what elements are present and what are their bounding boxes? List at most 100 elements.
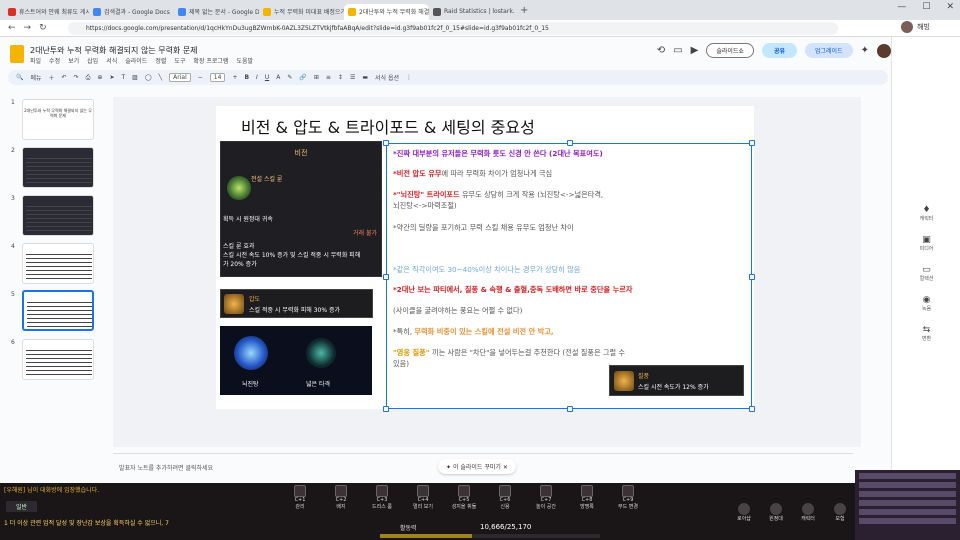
- textbox-icon[interactable]: T: [121, 74, 125, 81]
- game-hotkey[interactable]: C+3 드리스 룸: [365, 485, 399, 511]
- gale-card-image[interactable]: 질풍 스킬 시전 속도가 12% 증가: [609, 365, 744, 396]
- slide-title[interactable]: 비전 & 압도 & 트라이포드 & 세팅의 중요성: [241, 114, 535, 138]
- browser-tab[interactable]: 제목 없는 문서 - Google Docs✕: [174, 4, 259, 20]
- zoom-icon[interactable]: ⊕: [97, 74, 102, 81]
- shape-icon[interactable]: ◯: [145, 74, 152, 81]
- slide-thumbnail-2[interactable]: [22, 147, 94, 188]
- resize-handle[interactable]: [383, 140, 389, 146]
- menu-item[interactable]: 서식: [106, 56, 117, 65]
- window-controls[interactable]: — ☐ ✕: [897, 2, 954, 12]
- resize-handle[interactable]: [749, 140, 755, 146]
- resize-handle[interactable]: [567, 140, 573, 146]
- line-icon[interactable]: ╲: [159, 74, 163, 81]
- game-hotkey[interactable]: C+9 무드 변경: [611, 485, 645, 511]
- print-icon[interactable]: ⎙: [86, 74, 91, 82]
- profile-button[interactable]: 해빙: [901, 21, 930, 33]
- slides-logo-icon[interactable]: [10, 45, 24, 63]
- browser-tab[interactable]: 검색결과 - Google Docs✕: [89, 4, 174, 20]
- share-button[interactable]: 공유: [761, 43, 797, 58]
- menu-item[interactable]: 확장 프로그램: [193, 56, 228, 65]
- game-hotkey[interactable]: C+7 놀이 공간: [529, 485, 563, 511]
- resize-handle[interactable]: [749, 406, 755, 412]
- chat-channel-tab[interactable]: 일반: [6, 501, 38, 512]
- line-spacing-icon[interactable]: ↕: [338, 74, 343, 81]
- font-select[interactable]: Arial: [169, 73, 191, 82]
- menu-item[interactable]: 보기: [68, 56, 79, 65]
- menu-item[interactable]: 정렬: [155, 56, 166, 65]
- menu-item[interactable]: 슬라이드: [125, 56, 147, 65]
- menu-item[interactable]: 삽입: [87, 56, 98, 65]
- side-panel-item[interactable]: ◉ 녹음: [892, 295, 960, 312]
- forward-icon[interactable]: →: [24, 23, 32, 33]
- current-slide[interactable]: 비전 & 압도 & 트라이포드 & 세팅의 중요성 비전 전설 스킬 룬 획득 …: [216, 106, 755, 412]
- border-color-icon[interactable]: ▬: [362, 74, 368, 81]
- back-icon[interactable]: ←: [8, 23, 16, 33]
- toolbar-menu-label[interactable]: 메뉴: [30, 73, 41, 82]
- meet-icon[interactable]: ▶: [691, 45, 699, 56]
- font-size-decrease[interactable]: −: [198, 74, 203, 81]
- redo-icon[interactable]: ↷: [74, 74, 79, 81]
- reload-icon[interactable]: ↻: [39, 23, 47, 33]
- browser-tab[interactable]: 휴스트어와 안웨 최류도 게시판 - 사...✕: [4, 4, 89, 20]
- url-field[interactable]: https://docs.google.com/presentation/d/1…: [68, 22, 838, 35]
- minimize-icon[interactable]: —: [897, 2, 906, 12]
- browser-tab[interactable]: 누적 무력화 미대표 배정으기 Boo...✕: [259, 4, 344, 20]
- more-icon[interactable]: ⋮: [406, 74, 412, 81]
- doc-title[interactable]: 2대난투와 누적 무력화 해결되지 않는 무력화 문제: [30, 45, 198, 56]
- italic-icon[interactable]: I: [256, 74, 258, 81]
- comment-icon[interactable]: ▭: [673, 45, 682, 56]
- bold-icon[interactable]: B: [244, 74, 249, 81]
- game-hotkey[interactable]: C+8 방명록: [570, 485, 604, 511]
- search-menu-icon[interactable]: 🔍: [16, 74, 23, 81]
- resize-handle[interactable]: [383, 274, 389, 280]
- upgrade-button[interactable]: 업그레이드: [805, 43, 853, 58]
- game-menu-button[interactable]: 로아샵: [734, 503, 754, 522]
- game-menu-button[interactable]: 원정대: [766, 503, 786, 522]
- game-hotkey[interactable]: C+6 신용: [488, 485, 522, 511]
- format-options[interactable]: 서식 옵션: [375, 73, 399, 82]
- list-icon[interactable]: ☰: [350, 74, 355, 81]
- browser-tab[interactable]: 2대난투와 누적 무력화 해결되지...✕: [344, 3, 429, 20]
- game-menu-button[interactable]: 캐릭터: [798, 503, 818, 522]
- underline-icon[interactable]: U: [265, 74, 269, 81]
- font-size-increase[interactable]: +: [232, 74, 237, 81]
- game-hotkey[interactable]: C+1 관리: [283, 485, 317, 511]
- comment-add-icon[interactable]: ⊞: [314, 74, 319, 81]
- slide-thumbnail-6[interactable]: [22, 339, 94, 380]
- resize-handle[interactable]: [749, 274, 755, 280]
- align-icon[interactable]: ≡: [326, 74, 331, 81]
- browser-tab[interactable]: Raid Statistics | lostark.bible✕: [429, 4, 514, 20]
- text-color-icon[interactable]: A: [276, 74, 280, 81]
- maximize-icon[interactable]: ☐: [922, 2, 930, 12]
- side-panel-item[interactable]: ♦ 캐릭터: [892, 205, 960, 222]
- tripod-card-image[interactable]: 뇌진탕 넓은 타격: [220, 326, 372, 395]
- resize-handle[interactable]: [567, 406, 573, 412]
- slide-thumbnail-3[interactable]: [22, 195, 94, 236]
- slide-thumbnail-5[interactable]: [22, 290, 94, 331]
- side-panel-item[interactable]: ▭ 컬렉션: [892, 265, 960, 282]
- new-tab-icon[interactable]: +: [520, 5, 528, 16]
- image-icon[interactable]: ▨: [132, 74, 138, 81]
- menu-item[interactable]: 수정: [49, 56, 60, 65]
- link-icon[interactable]: 🔗: [299, 74, 306, 81]
- vision-card-image[interactable]: 비전 전설 스킬 룬 획득 시 원정대 귀속 거래 불가 스킬 룬 효과 스킬 시…: [220, 141, 382, 277]
- slide-thumbnail-1[interactable]: 2대난투와 누적 무력화 해결되지 않는 무력화 문제: [22, 99, 94, 140]
- game-hotkey[interactable]: C+2 배지: [324, 485, 358, 511]
- game-menu-button[interactable]: 모험: [830, 503, 850, 522]
- menu-item[interactable]: 도구: [174, 56, 185, 65]
- close-window-icon[interactable]: ✕: [946, 2, 954, 12]
- add-icon[interactable]: ＋: [49, 73, 55, 82]
- select-tool-icon[interactable]: ➤: [109, 74, 114, 81]
- resize-handle[interactable]: [383, 406, 389, 412]
- user-avatar[interactable]: [877, 43, 891, 58]
- history-icon[interactable]: ⟲: [657, 45, 665, 56]
- side-panel-item[interactable]: ▣ 미디어: [892, 235, 960, 252]
- menu-item[interactable]: 파일: [30, 56, 41, 65]
- highlight-icon[interactable]: ✎: [287, 74, 292, 81]
- speaker-notes[interactable]: 발표자 노트를 추가하려면 클릭하세요: [113, 453, 853, 477]
- slide-thumbnail-4[interactable]: [22, 243, 94, 284]
- side-panel-item[interactable]: ⇆ 변환: [892, 325, 960, 342]
- gemini-icon[interactable]: ✦: [861, 45, 869, 56]
- undo-icon[interactable]: ↶: [62, 74, 67, 81]
- game-hotkey[interactable]: C+4 멀리 보기: [406, 485, 440, 511]
